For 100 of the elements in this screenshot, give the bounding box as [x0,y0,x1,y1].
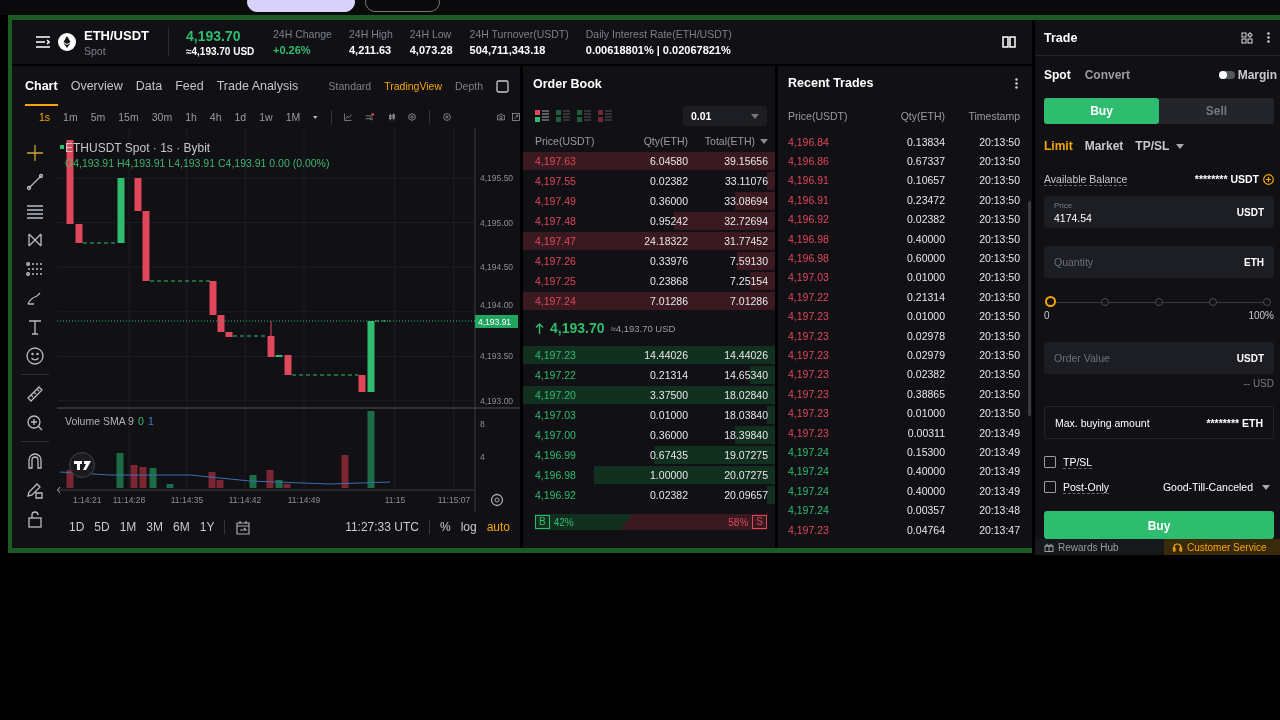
interval-option[interactable]: 4h [209,111,222,123]
mode-tab[interactable]: Spot [1044,68,1071,82]
interval-option[interactable]: 1M [285,111,301,123]
rewards-hub-link[interactable]: Rewards Hub [1035,539,1164,555]
trade-price: 4,197.23 [788,349,830,361]
slider-thumb[interactable] [1045,295,1056,307]
mid-price: 4,193.70 [550,320,605,336]
collapse-icon[interactable] [57,486,61,494]
order-price[interactable]: 4,197.20 [535,389,598,401]
smiley-icon[interactable] [24,345,45,366]
interval-option[interactable]: 1m [63,111,78,123]
checkbox[interactable] [1044,481,1056,493]
order-row[interactable]: 4,197.63 6.04580 39.15656 [523,151,775,171]
range-option[interactable]: 1Y [199,520,215,534]
checkbox[interactable] [1044,456,1056,468]
order-row[interactable]: 4,197.24 7.01286 7.01286 [523,291,775,311]
order-total: 7.59130 [729,255,768,267]
trade-time: 20:13:49 [978,484,1020,497]
widgets-icon[interactable] [1241,31,1253,44]
order-price[interactable]: 4,196.98 [535,469,598,481]
slider-max-label: 100% [1248,310,1274,322]
view-option[interactable]: Standard [328,80,372,92]
range-option[interactable]: 1M [119,520,137,534]
order-price[interactable]: 4,197.25 [535,275,598,287]
camera-icon[interactable] [497,110,505,124]
scale-option[interactable]: auto [486,520,510,534]
more-icon[interactable] [1267,32,1270,43]
trade-qty: 0.04764 [906,523,945,536]
order-row[interactable]: 4,197.47 24.18322 31.77452 [523,231,775,251]
order-price[interactable]: 4,197.48 [535,215,598,227]
interval-option[interactable]: 1s [39,111,51,123]
scale-option[interactable]: log [460,520,477,534]
order-price[interactable]: 4,197.63 [535,155,598,167]
settings-icon[interactable] [490,493,504,507]
order-price[interactable]: 4,197.49 [535,195,598,207]
amount-slider[interactable] [1045,295,1273,309]
scrollbar-thumb[interactable] [1028,201,1031,416]
interval-option[interactable]: 30m [151,111,173,123]
order-price[interactable]: 4,197.24 [535,295,598,307]
book-layout-icon[interactable] [535,110,549,122]
margin-toggle[interactable] [1218,71,1235,79]
time-in-force-select[interactable]: Good-Till-Canceled [1162,481,1270,493]
zoom-in-icon[interactable] [24,412,45,433]
line-tool-icon[interactable] [24,171,45,192]
order-price[interactable]: 4,196.99 [535,449,598,461]
order-row[interactable]: 4,197.20 3.37500 18.02840 [523,385,775,405]
order-price[interactable]: 4,197.00 [535,429,598,441]
range-option[interactable]: 5D [94,520,110,534]
order-price[interactable]: 4,197.26 [535,255,598,267]
pair-name: ETH/USDT [84,27,150,43]
order-type-tab[interactable]: TP/SL [1135,139,1185,153]
order-total: 31.77452 [723,235,768,247]
order-row[interactable]: 4,197.23 14.44026 14.44026 [523,345,775,365]
chart-tab[interactable]: Data [135,66,163,106]
range-option[interactable]: 3M [146,520,164,534]
order-price[interactable]: 4,197.03 [535,409,598,421]
customer-service-link[interactable]: Customer Service [1164,539,1280,555]
interval-option[interactable]: 15m [118,111,139,123]
view-option[interactable]: Depth [454,80,483,92]
input-field[interactable]: Quantity ETH [1044,246,1274,278]
trade-price: 4,197.24 [788,445,830,458]
add-icon[interactable] [443,110,452,124]
crosshair-icon[interactable] [24,142,45,163]
mode-tab[interactable]: Convert [1084,68,1130,82]
book-icon[interactable] [1002,36,1016,48]
order-price[interactable]: 4,197.47 [535,235,598,247]
add-funds-icon[interactable] [1263,173,1274,185]
order-price[interactable]: 4,197.23 [535,349,598,361]
order-price[interactable]: 4,197.22 [535,369,598,381]
interval-option[interactable]: 5m [90,111,106,123]
up-arrow-icon [535,322,544,334]
scale-option[interactable]: % [439,520,451,534]
volume-legend: Volume SMA 9 [65,415,134,427]
range-option[interactable]: 1D [69,520,85,534]
interval-option[interactable]: 1h [185,111,197,123]
hexagon-settings-icon[interactable] [408,110,417,124]
input-field[interactable]: Order Value USDT [1044,342,1274,374]
chart-tab[interactable]: Trade Analysis [216,66,299,106]
expand-icon[interactable] [512,110,520,124]
order-price[interactable]: 4,197.55 [535,175,598,187]
order-type-tab[interactable]: Limit [1044,139,1073,153]
chart-tab[interactable]: Feed [175,66,204,106]
interval-option[interactable]: 1w [259,111,273,123]
trade-time: 20:13:47 [978,523,1020,536]
menu-icon[interactable] [36,36,50,48]
input-field[interactable]: Price 4174.54 USDT [1044,196,1274,228]
view-option[interactable]: TradingView [384,80,442,92]
column-header[interactable]: Total(ETH) [704,135,755,147]
chart-tab[interactable]: Chart [25,66,58,106]
step-select[interactable]: 0.01 [683,106,767,126]
order-type-tab[interactable]: Market [1084,139,1124,153]
range-option[interactable]: 6M [173,520,190,534]
candle [117,178,125,243]
order-qty: 0.23868 [649,275,688,287]
interval-option[interactable]: 1d [234,111,247,123]
order-price[interactable]: 4,196.92 [535,489,598,501]
more-icon[interactable] [1015,77,1018,89]
square-icon[interactable] [496,79,509,93]
chart-tab[interactable]: Overview [70,66,123,106]
calendar-icon[interactable] [235,519,252,535]
